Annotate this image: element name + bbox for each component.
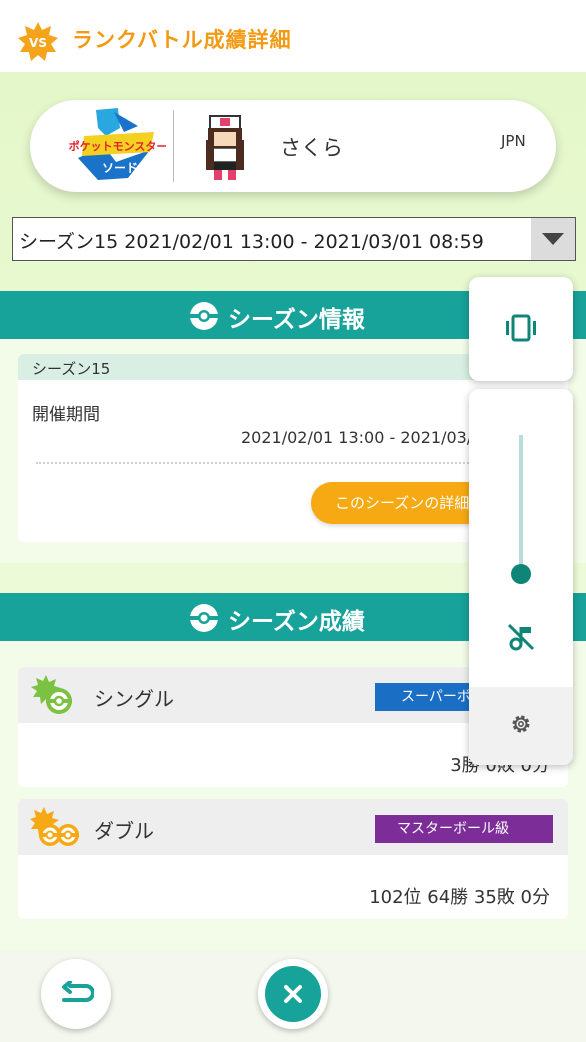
- pokeball-icon: [190, 604, 218, 632]
- double-battle-icon: [30, 807, 79, 846]
- pokeball-icon: [190, 302, 218, 330]
- card-divider: [173, 110, 174, 182]
- season-info-title: シーズン情報: [228, 307, 365, 333]
- single-battle-icon: [31, 675, 72, 714]
- region-label: JPN: [501, 132, 526, 150]
- season-dropdown[interactable]: シーズン15 2021/02/01 13:00 - 2021/03/01 08:…: [12, 217, 576, 261]
- logo-text-line2: ソード: [102, 161, 138, 175]
- vibrate-icon: [506, 314, 536, 342]
- vibrate-mode-button[interactable]: [469, 277, 573, 381]
- back-arrow-icon: [62, 981, 94, 1002]
- single-mode-label: シングル: [94, 687, 174, 711]
- double-battle-card: ダブル マスターボール級 102位 64勝 35敗 0分: [18, 799, 568, 919]
- logo-text-line1: ポケットモンスター: [69, 139, 166, 153]
- vs-badge-label: VS: [29, 36, 47, 50]
- double-battle-header: ダブル マスターボール級: [18, 799, 568, 855]
- season-results-title: シーズン成績: [228, 609, 365, 635]
- chevron-down-icon[interactable]: [531, 218, 575, 260]
- trainer-avatar: [206, 115, 244, 180]
- double-record: 102位 64勝 35敗 0分: [369, 887, 550, 908]
- close-icon: [284, 985, 302, 1003]
- trainer-profile-card: ポケットモンスター ソード さくら JPN: [30, 100, 556, 192]
- volume-settings-area: [469, 687, 573, 765]
- music-off-icon[interactable]: [505, 621, 537, 653]
- vs-badge-icon: VS: [18, 22, 58, 61]
- close-button-inner: [265, 966, 321, 1022]
- app-header: VS ランクバトル成績詳細: [0, 0, 586, 72]
- period-label: 開催期間: [32, 405, 100, 425]
- back-button[interactable]: [41, 959, 111, 1029]
- page-title: ランクバトル成績詳細: [72, 28, 292, 52]
- double-mode-label: ダブル: [94, 819, 154, 843]
- gear-icon[interactable]: [510, 713, 532, 735]
- volume-slider-track[interactable]: [519, 435, 523, 573]
- season-card-title: シーズン15: [32, 360, 111, 378]
- volume-slider-thumb[interactable]: [511, 564, 531, 584]
- pokemon-sword-logo: ポケットモンスター ソード: [69, 108, 166, 180]
- double-rank-badge: マスターボール級: [375, 815, 553, 843]
- player-name: さくら: [280, 136, 343, 160]
- season-dropdown-value: シーズン15 2021/02/01 13:00 - 2021/03/01 08:…: [19, 231, 484, 253]
- close-button[interactable]: [258, 959, 328, 1029]
- volume-panel: [469, 389, 573, 765]
